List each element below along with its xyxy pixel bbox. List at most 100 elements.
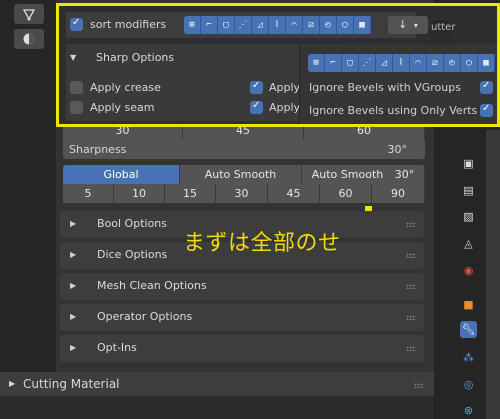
triangulate-icon[interactable]: ⧄ bbox=[427, 54, 444, 72]
section-label: Bool Options bbox=[97, 217, 168, 230]
header-fragment-text: utter bbox=[431, 22, 456, 33]
expand-arrow-icon: ▶ bbox=[70, 281, 77, 290]
weld-icon[interactable]: ⌇ bbox=[269, 16, 286, 34]
vertex-icon bbox=[22, 9, 36, 21]
left-toolbar bbox=[0, 0, 56, 419]
render-icon[interactable]: ▣ bbox=[460, 155, 477, 172]
boolean-icon[interactable]: ⊞ bbox=[308, 54, 325, 72]
weighted-normal-icon[interactable]: ▩ bbox=[478, 54, 495, 72]
mode-tabs: Global Auto Smooth Auto Smooth 30° bbox=[63, 165, 425, 184]
drag-handle-icon[interactable] bbox=[406, 346, 416, 351]
preset-10[interactable]: 10 bbox=[114, 184, 165, 203]
bevel-icon[interactable]: ◿ bbox=[376, 54, 393, 72]
chevron-down-icon: ▾ bbox=[413, 21, 418, 30]
section-mesh-clean-options[interactable]: ▶ Mesh Clean Options bbox=[60, 273, 424, 300]
sort-modifiers-row: sort modifiers ⊞ ⌐ ▢ ⋰ ◿ ⌇ ⌒ ⧄ ◴ ◯ ▩ ↓ ▾ bbox=[66, 12, 428, 38]
expand-arrow-icon: ▶ bbox=[9, 379, 16, 388]
auto-smooth-label: Auto Smooth bbox=[311, 168, 384, 181]
solidify-icon[interactable]: ▢ bbox=[342, 54, 359, 72]
deform-icon[interactable]: ◴ bbox=[444, 54, 461, 72]
deform-icon[interactable]: ◴ bbox=[320, 16, 337, 34]
section-opt-ins[interactable]: ▶ Opt-Ins bbox=[60, 335, 424, 362]
physics-icon[interactable]: ◎ bbox=[460, 376, 477, 393]
sort-arrow-icon: ↓ bbox=[398, 18, 408, 31]
sort-modifiers-label: sort modifiers bbox=[90, 18, 167, 31]
section-operator-options[interactable]: ▶ Operator Options bbox=[60, 304, 424, 331]
world-icon[interactable]: ◉ bbox=[460, 262, 477, 279]
drag-handle-icon[interactable] bbox=[414, 383, 424, 388]
triangulate-icon[interactable]: ⧄ bbox=[303, 16, 320, 34]
ignore-verts-checkbox[interactable] bbox=[480, 103, 493, 117]
transform-tool-button[interactable] bbox=[14, 4, 44, 24]
apply-crease-checkbox[interactable] bbox=[70, 81, 83, 94]
drag-handle-icon[interactable] bbox=[406, 222, 416, 227]
sort-options-popup: sort modifiers ⊞ ⌐ ▢ ⋰ ◿ ⌇ ⌒ ⧄ ◴ ◯ ▩ ↓ ▾… bbox=[56, 3, 500, 127]
expand-arrow-icon: ▶ bbox=[70, 343, 77, 352]
drag-handle-icon[interactable] bbox=[406, 315, 416, 320]
sharpness-label: Sharpness bbox=[69, 143, 127, 156]
angle-presets: 5 10 15 30 45 60 90 bbox=[63, 184, 425, 203]
subsurf-icon[interactable]: ◯ bbox=[461, 54, 478, 72]
bevel-icon[interactable]: ◿ bbox=[252, 16, 269, 34]
panel-footer bbox=[0, 396, 434, 419]
constraints-icon[interactable]: ⊗ bbox=[460, 402, 477, 419]
preset-90[interactable]: 90 bbox=[372, 184, 425, 203]
sharpness-value: 30° bbox=[387, 143, 408, 156]
ignore-vgroups-label: Ignore Bevels with VGroups bbox=[309, 81, 461, 94]
sharpness-slider[interactable]: Sharpness 30° bbox=[63, 140, 425, 159]
apply-option-2-label: Apply bbox=[269, 101, 301, 114]
tab-auto-smooth[interactable]: Auto Smooth bbox=[180, 165, 302, 184]
expand-arrow-icon: ▶ bbox=[70, 312, 77, 321]
curve-icon[interactable]: ⌒ bbox=[286, 16, 303, 34]
apply-option-2-checkbox[interactable] bbox=[250, 100, 263, 114]
sort-direction-dropdown[interactable]: ↓ ▾ bbox=[388, 16, 428, 34]
solidify-icon[interactable]: ▢ bbox=[218, 16, 235, 34]
expand-arrow-icon: ▶ bbox=[70, 219, 77, 228]
shading-tool-button[interactable] bbox=[14, 29, 44, 49]
preset-45[interactable]: 45 bbox=[268, 184, 320, 203]
preset-60[interactable]: 60 bbox=[320, 184, 372, 203]
collapse-arrow-icon[interactable]: ▼ bbox=[70, 53, 76, 62]
drag-handle-icon[interactable] bbox=[406, 253, 416, 258]
ignore-verts-label: Ignore Bevels using Only Verts bbox=[309, 104, 478, 117]
weighted-normal-icon[interactable]: ▩ bbox=[354, 16, 371, 34]
tab-global[interactable]: Global bbox=[63, 165, 180, 184]
ignore-bevel-options: ⊞ ⌐ ▢ ⋰ ◿ ⌇ ⌒ ⧄ ◴ ◯ ▩ Ignore Bevels with… bbox=[299, 45, 497, 124]
drag-handle-icon[interactable] bbox=[406, 284, 416, 289]
apply-option-checkbox[interactable] bbox=[250, 80, 263, 94]
ignore-vgroups-checkbox[interactable] bbox=[480, 80, 493, 94]
section-label: Opt-Ins bbox=[97, 341, 137, 354]
scene-icon[interactable]: ◬ bbox=[460, 235, 477, 252]
weld-icon[interactable]: ⌇ bbox=[393, 54, 410, 72]
array-icon[interactable]: ⋰ bbox=[359, 54, 376, 72]
header-fragment: utter bbox=[431, 20, 455, 44]
apply-seam-checkbox[interactable] bbox=[70, 101, 83, 114]
boolean-icon[interactable]: ⊞ bbox=[184, 16, 201, 34]
object-icon[interactable]: ■ bbox=[460, 296, 477, 313]
mirror-icon[interactable]: ⌐ bbox=[201, 16, 218, 34]
particles-icon[interactable]: ⁂ bbox=[460, 349, 477, 366]
apply-seam-label: Apply seam bbox=[90, 101, 155, 114]
preset-15[interactable]: 15 bbox=[165, 184, 216, 203]
preset-30[interactable]: 30 bbox=[216, 184, 268, 203]
sphere-shading-icon bbox=[23, 33, 35, 45]
ignore-type-iconbar[interactable]: ⊞ ⌐ ▢ ⋰ ◿ ⌇ ⌒ ⧄ ◴ ◯ ▩ bbox=[308, 54, 495, 72]
output-icon[interactable]: ▤ bbox=[460, 182, 477, 199]
subsurf-icon[interactable]: ◯ bbox=[337, 16, 354, 34]
curve-icon[interactable]: ⌒ bbox=[410, 54, 427, 72]
preset-5[interactable]: 5 bbox=[63, 184, 114, 203]
auto-smooth-angle-value: 30° bbox=[394, 168, 415, 181]
tab-auto-smooth-angle[interactable]: Auto Smooth 30° bbox=[302, 165, 425, 184]
view-layer-icon[interactable]: ▧ bbox=[460, 208, 477, 225]
sort-modifiers-checkbox[interactable] bbox=[70, 17, 83, 31]
mirror-icon[interactable]: ⌐ bbox=[325, 54, 342, 72]
modifier-wrench-icon[interactable]: 🔧︎ bbox=[460, 321, 477, 338]
sort-type-iconbar[interactable]: ⊞ ⌐ ▢ ⋰ ◿ ⌇ ⌒ ⧄ ◴ ◯ ▩ bbox=[184, 16, 371, 34]
section-label: Operator Options bbox=[97, 310, 193, 323]
section-label: Dice Options bbox=[97, 248, 168, 261]
cutting-material-header[interactable]: ▶ Cutting Material bbox=[0, 372, 434, 396]
apply-option-label: Apply bbox=[269, 81, 301, 94]
array-icon[interactable]: ⋰ bbox=[235, 16, 252, 34]
apply-crease-label: Apply crease bbox=[90, 81, 161, 94]
annotation-text: まずは全部のせ bbox=[183, 231, 341, 256]
